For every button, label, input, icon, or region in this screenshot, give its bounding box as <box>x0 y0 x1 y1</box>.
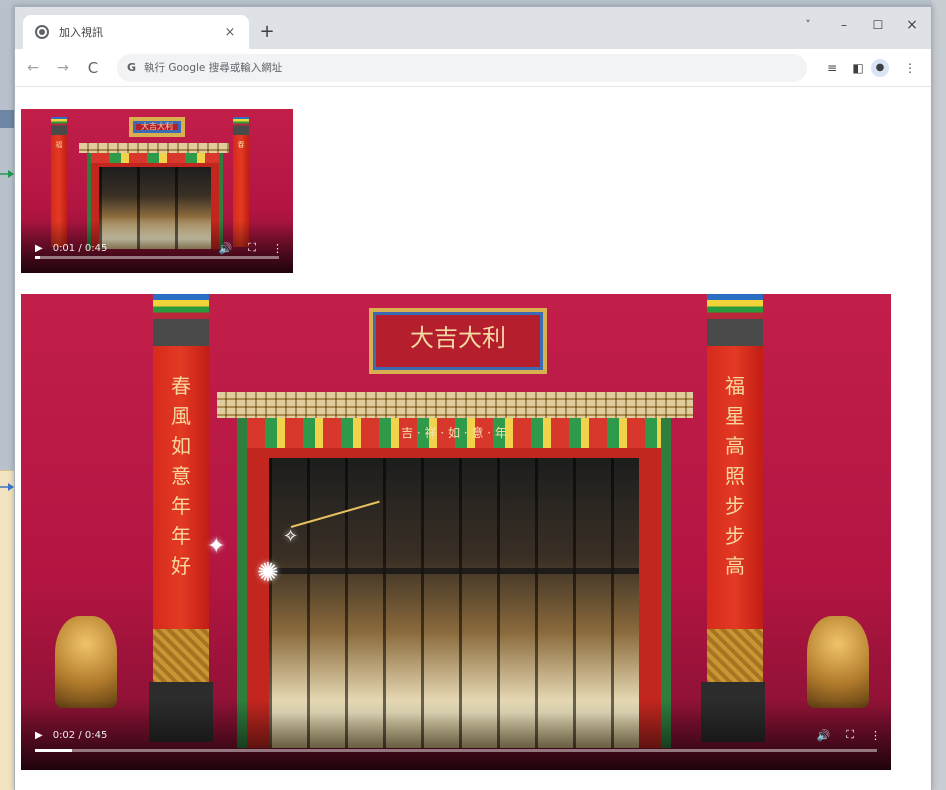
fullscreen-icon[interactable]: ⛶ <box>248 241 256 255</box>
pillar-cap <box>233 117 249 136</box>
new-tab-button[interactable]: + <box>255 20 279 44</box>
maximize-button[interactable]: ☐ <box>863 15 893 35</box>
play-icon[interactable]: ▶ <box>35 243 43 254</box>
google-icon: G <box>127 61 137 74</box>
gate-band <box>91 153 219 163</box>
left-couplet: 福 <box>55 141 63 150</box>
address-bar-placeholder: 執行 Google 搜尋或輸入網址 <box>144 62 283 74</box>
sparkle-icon: ✧ <box>283 526 299 547</box>
sparkle-icon: ✺ <box>257 558 279 588</box>
right-pillar: 福 星 高 照 步 步 高 <box>707 294 763 724</box>
tab-title: 加入視訊 <box>59 26 103 39</box>
tab-search-icon[interactable]: ˅ <box>793 15 823 35</box>
video-time: 0:01 / 0:45 <box>52 242 108 254</box>
media-control-icon[interactable]: ≡ <box>819 61 845 75</box>
right-lion-statue <box>807 616 869 708</box>
back-button[interactable]: ← <box>21 60 45 76</box>
profile-icon[interactable]: ● <box>871 58 897 77</box>
page-content: 福 春 大吉大利 ▶ 0:01 / 0:45 🔊 ⛶ ⋮ 春 風 如 意 年 年… <box>15 87 931 790</box>
close-window-button[interactable]: × <box>897 15 927 35</box>
pillar-cap <box>153 294 209 346</box>
gate-band: 吉 · 祥 · 如 · 意 · 年 <box>247 418 661 448</box>
tab-close-icon[interactable]: × <box>219 25 241 40</box>
browser-window: 加入視訊 × + ˅ – ☐ × ← → C G 執行 Google 搜尋或輸入… <box>14 6 932 790</box>
roof-tiles <box>217 392 693 418</box>
video-time: 0:02 / 0:45 <box>52 729 108 741</box>
gate-plaque: 大吉大利 <box>369 308 547 374</box>
avatar: ● <box>871 58 889 77</box>
pillar-cap <box>51 117 67 136</box>
left-lion-statue <box>55 616 117 708</box>
video-controls: ▶ 0:01 / 0:45 🔊 ⛶ ⋮ <box>21 221 293 273</box>
more-options-icon[interactable]: ⋮ <box>870 729 881 742</box>
reload-button[interactable]: C <box>81 59 105 77</box>
left-pillar: 春 風 如 意 年 年 好 <box>153 294 209 724</box>
side-panel-icon[interactable]: ◧ <box>845 61 871 75</box>
door-crossbar <box>269 568 639 575</box>
address-bar[interactable]: G 執行 Google 搜尋或輸入網址 <box>117 53 807 82</box>
gate-frame: 吉 · 祥 · 如 · 意 · 年 <box>237 418 671 748</box>
volume-icon[interactable]: 🔊 <box>817 729 831 742</box>
tab-strip: 加入視訊 × + ˅ – ☐ × <box>15 7 931 49</box>
globe-icon <box>35 25 49 39</box>
video-progress-fill <box>35 256 41 259</box>
left-couplet: 春 風 如 意 年 年 好 <box>171 374 191 579</box>
video-progress-bar[interactable] <box>35 749 877 752</box>
blue-arrow-icon <box>0 483 14 491</box>
roof-tiles <box>79 143 229 153</box>
sparkle-icon: ✦ <box>207 534 226 559</box>
video-progress-bar[interactable] <box>35 256 279 259</box>
volume-icon[interactable]: 🔊 <box>219 242 233 255</box>
play-icon[interactable]: ▶ <box>35 730 43 741</box>
browser-toolbar: ← → C G 執行 Google 搜尋或輸入網址 ≡ ◧ ● ⋮ <box>15 49 931 87</box>
desktop-background-right <box>932 0 946 790</box>
green-arrow-icon <box>0 170 14 178</box>
minimize-button[interactable]: – <box>829 15 859 35</box>
tab-active[interactable]: 加入視訊 × <box>23 15 249 49</box>
video-progress-fill <box>35 749 73 752</box>
forward-button[interactable]: → <box>51 60 75 76</box>
video-player-large[interactable]: 春 風 如 意 年 年 好 福 星 高 照 步 步 高 大吉大利 吉 · 祥 ·… <box>21 294 891 770</box>
fullscreen-icon[interactable]: ⛶ <box>846 728 854 742</box>
menu-icon[interactable]: ⋮ <box>897 61 923 75</box>
more-options-icon[interactable]: ⋮ <box>272 242 283 255</box>
gate-plaque: 大吉大利 <box>129 117 185 137</box>
right-couplet: 春 <box>237 141 245 150</box>
video-controls: ▶ 0:02 / 0:45 🔊 ⛶ ⋮ <box>21 700 891 770</box>
pillar-cap <box>707 294 763 346</box>
video-player-small[interactable]: 福 春 大吉大利 ▶ 0:01 / 0:45 🔊 ⛶ ⋮ <box>21 109 293 273</box>
right-couplet: 福 星 高 照 步 步 高 <box>725 374 745 579</box>
